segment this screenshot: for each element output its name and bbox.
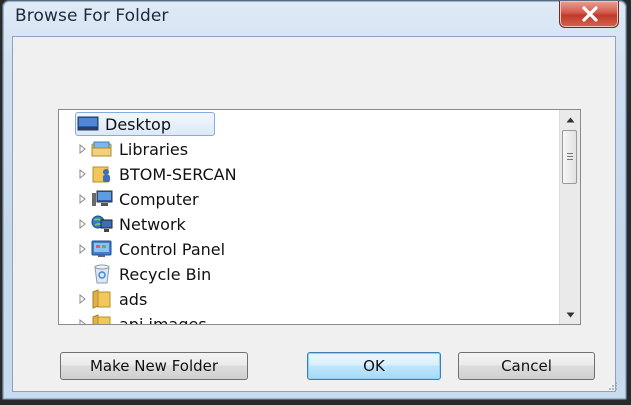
expand-arrow-icon[interactable]: [75, 161, 91, 187]
thumb-grip-line: [567, 153, 573, 154]
tree-item-network[interactable]: Network: [75, 211, 186, 237]
folder-tree[interactable]: Desktop Libraries BTOM-SERCAN Computer N…: [58, 109, 581, 325]
tree-item-control-panel[interactable]: Control Panel: [75, 236, 225, 262]
expand-arrow-icon[interactable]: [75, 236, 91, 262]
tree-item-label: Desktop: [105, 114, 171, 134]
tree-item-ads[interactable]: ads: [75, 286, 147, 312]
dialog-client-area: Desktop Libraries BTOM-SERCAN Computer N…: [12, 36, 616, 392]
cancel-button[interactable]: Cancel: [458, 352, 595, 380]
tree-item-label: ads: [119, 289, 148, 309]
control-panel-icon: [91, 238, 113, 260]
expand-arrow-icon[interactable]: [75, 136, 91, 162]
scroll-up-button[interactable]: [560, 111, 580, 129]
tree-item-api-images[interactable]: api images: [75, 311, 207, 325]
tree-item-libraries[interactable]: Libraries: [75, 136, 188, 162]
scroll-thumb[interactable]: [562, 130, 577, 184]
tree-item-btom-sercan[interactable]: BTOM-SERCAN: [75, 161, 237, 187]
recycle-bin-icon: [91, 263, 113, 285]
expand-arrow-icon[interactable]: [75, 311, 91, 324]
expand-arrow-icon[interactable]: [75, 211, 91, 237]
vertical-scrollbar[interactable]: [559, 110, 580, 324]
scroll-down-button[interactable]: [560, 306, 580, 324]
computer-icon: [91, 188, 113, 210]
tree-item-desktop[interactable]: Desktop: [61, 111, 171, 137]
expander-empty: [61, 111, 77, 137]
browse-for-folder-dialog: Browse For Folder Desktop Libraries BTOM…: [2, 0, 627, 400]
tree-item-label: BTOM-SERCAN: [119, 164, 237, 184]
scroll-up-arrow-icon: [566, 117, 574, 123]
tree-item-label: Control Panel: [119, 239, 226, 259]
tree-item-label: Libraries: [119, 139, 189, 159]
tree-item-label: Recycle Bin: [119, 264, 212, 284]
expander-empty: [75, 261, 91, 287]
expand-arrow-icon[interactable]: [75, 186, 91, 212]
folder-icon: [91, 313, 113, 324]
resize-grip-icon[interactable]: [608, 381, 618, 391]
scroll-down-arrow-icon: [566, 312, 574, 318]
tree-item-recycle-bin[interactable]: Recycle Bin: [75, 261, 211, 287]
network-icon: [91, 213, 113, 235]
libraries-icon: [91, 138, 113, 160]
tree-item-label: Computer: [119, 189, 199, 209]
desktop-icon: [77, 113, 99, 135]
make-new-folder-button[interactable]: Make New Folder: [60, 352, 248, 380]
dialog-title: Browse For Folder: [15, 6, 169, 26]
close-button[interactable]: [559, 1, 619, 28]
close-icon: [582, 6, 598, 22]
tree-item-computer[interactable]: Computer: [75, 186, 199, 212]
ok-button[interactable]: OK: [307, 352, 441, 380]
user-folder-icon: [91, 163, 113, 185]
folder-icon: [91, 288, 113, 310]
tree-item-label: Network: [119, 214, 186, 234]
tree-item-label: api images: [119, 314, 207, 325]
thumb-grip-line: [567, 159, 573, 160]
thumb-grip-line: [567, 156, 573, 157]
expand-arrow-icon[interactable]: [75, 286, 91, 312]
